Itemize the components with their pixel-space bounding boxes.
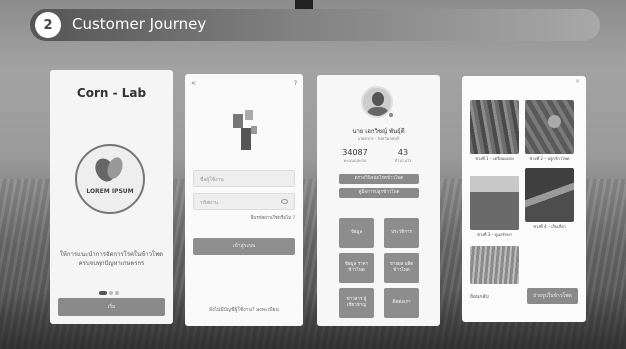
page-dot bbox=[115, 291, 119, 295]
diagnose-button[interactable]: ตรวจวินิจฉัยโรคข้าวโพด bbox=[339, 174, 419, 184]
logo-text: LOREM IPSUM bbox=[86, 188, 134, 195]
screen-splash: Corn - Lab LOREM IPSUM ให้การแนะนำการจัด… bbox=[50, 70, 173, 324]
stage-caption-1: ช่วงที่ 1 – เตรียมแปลง bbox=[475, 156, 514, 161]
stage-caption-3: ช่วงที่ 3 – ดูแลรักษา bbox=[477, 232, 512, 237]
page-indicator bbox=[98, 280, 122, 295]
password-field[interactable]: รหัสผ่าน bbox=[193, 193, 295, 210]
login-button[interactable]: เข้าสู่ระบบ bbox=[193, 238, 295, 255]
menu-tile-info[interactable]: ข้อมูล bbox=[339, 218, 374, 248]
profile-subtitle: เกษตรกร · จังหวัดลพบุรี bbox=[357, 136, 400, 141]
menu-tile-price[interactable]: ข้อมูล ราคาข้าวโพด bbox=[339, 253, 374, 283]
stat-area: 43 จำนวนไร่ bbox=[383, 148, 423, 164]
forgot-password-link[interactable]: ลืมรหัสผ่านใช่หรือไม่ ? bbox=[251, 214, 295, 221]
stage-caption-2: ช่วงที่ 2 – ปลูกข้าวโพด bbox=[529, 156, 570, 161]
signup-link[interactable]: ยังไม่มีบัญชีผู้ใช้งาน? ลงทะเบียน bbox=[185, 306, 303, 314]
stat-label: คะแนนสะสม bbox=[343, 158, 367, 163]
help-icon[interactable]: ? bbox=[294, 80, 297, 87]
step-number-badge: 2 bbox=[35, 12, 61, 38]
back-icon[interactable]: < bbox=[191, 80, 196, 87]
stage-photo-1[interactable] bbox=[470, 100, 519, 154]
tagline: ให้การแนะนำการจัดการโรคในข้าวโพด ครบจบทุ… bbox=[59, 251, 164, 267]
slide-header: 2 Customer Journey bbox=[30, 9, 600, 41]
stage-photo-5[interactable] bbox=[470, 246, 519, 284]
menu-tile-sell[interactable]: ขายผล ผลิตข้าวโพด bbox=[384, 253, 419, 283]
app-title: Corn - Lab bbox=[76, 86, 147, 100]
stat-value: 34087 bbox=[342, 148, 368, 157]
corn-lab-logo-icon bbox=[233, 110, 257, 150]
login-topbar: < ? bbox=[191, 80, 297, 88]
page-dot bbox=[99, 291, 107, 295]
stage-photo-2[interactable] bbox=[525, 100, 574, 154]
eye-icon[interactable] bbox=[281, 199, 288, 204]
stage-photo-4[interactable] bbox=[525, 168, 574, 222]
stage-caption-4: ช่วงที่ 4 – เก็บเกี่ยว bbox=[533, 224, 566, 229]
menu-tile-contact[interactable]: ติดต่อเรา bbox=[384, 288, 419, 318]
menu-tile-history[interactable]: ประวัติการ bbox=[384, 218, 419, 248]
screen-login: < ? ชื่อผู้ใช้งาน รหัสผ่าน ลืมรหัสผ่านใช… bbox=[185, 74, 303, 326]
guide-button[interactable]: คู่มือการปลูกข้าวโพด bbox=[339, 188, 419, 198]
start-button[interactable]: เริ่ม bbox=[58, 298, 165, 316]
page-dot bbox=[109, 291, 113, 295]
app-logo: LOREM IPSUM bbox=[75, 144, 145, 214]
slide-title: Customer Journey bbox=[72, 15, 207, 33]
screen-stages: × ช่วงที่ 1 – เตรียมแปลง ช่วงที่ 2 – ปลู… bbox=[462, 76, 586, 322]
stat-label: จำนวนไร่ bbox=[394, 158, 412, 163]
menu-tile-experts[interactable]: ข่าวสาร ผู้เชี่ยวชาญ bbox=[339, 288, 374, 318]
stat-value: 43 bbox=[397, 148, 409, 157]
capture-leaf-button[interactable]: ถ่ายรูปใบข้าวโพด bbox=[527, 288, 578, 304]
password-placeholder: รหัสผ่าน bbox=[200, 200, 219, 206]
status-dot-icon bbox=[389, 113, 393, 117]
back-link[interactable]: ย้อนกลับ bbox=[470, 293, 489, 301]
leaf-logo-icon bbox=[95, 157, 123, 182]
stat-points: 34087 คะแนนสะสม bbox=[335, 148, 375, 164]
screen-profile: นาย เอกวิชญ์ พันธุ์ดี เกษตรกร · จังหวัดล… bbox=[317, 75, 440, 326]
close-icon[interactable]: × bbox=[575, 78, 580, 85]
username-field[interactable]: ชื่อผู้ใช้งาน bbox=[193, 170, 295, 187]
stage-photo-3[interactable] bbox=[470, 176, 519, 230]
